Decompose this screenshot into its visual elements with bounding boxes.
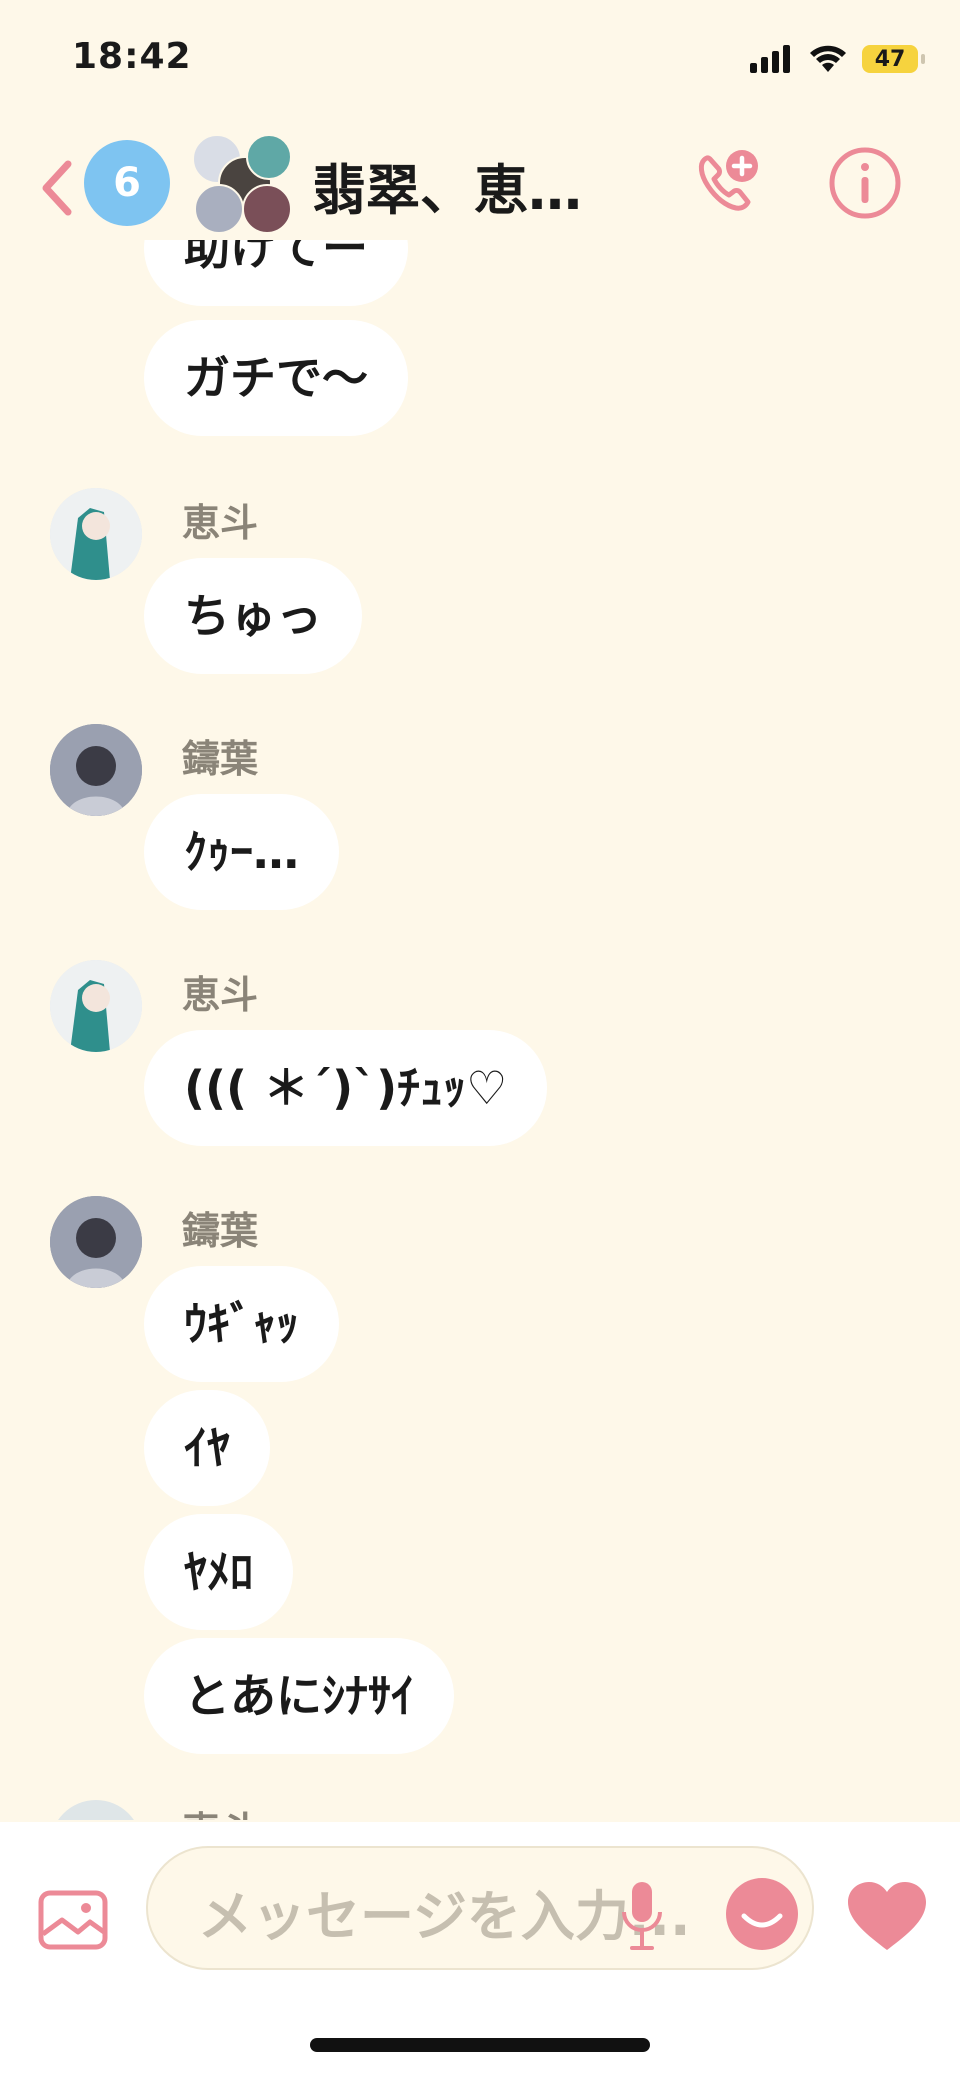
avatar[interactable] — [50, 1800, 142, 1820]
sender-name: 恵斗 — [182, 1800, 258, 1820]
group-avatar-member — [194, 184, 244, 234]
sender-name: 鑄葉 — [182, 1209, 259, 1253]
wifi-icon — [810, 45, 846, 72]
message-bubble[interactable]: ｳｷﾞｬｯ — [144, 1266, 339, 1382]
image-icon[interactable] — [38, 1890, 108, 1950]
battery-icon: 47 — [862, 45, 925, 73]
signal-icon — [750, 45, 790, 73]
avatar[interactable] — [50, 724, 142, 816]
emoji-icon[interactable] — [724, 1876, 800, 1952]
heart-icon[interactable] — [846, 1880, 928, 1952]
microphone-icon[interactable] — [620, 1880, 664, 1956]
status-icons: 47 — [750, 44, 925, 74]
message-bubble[interactable]: ((( ＊´)`)ﾁｭｯ♡ — [144, 1030, 548, 1146]
sender-name: 恵斗 — [182, 501, 259, 545]
info-icon[interactable] — [826, 144, 904, 222]
message-bubble[interactable]: ちゅっ — [144, 558, 362, 674]
message-bubble[interactable]: ｲﾔ — [144, 1390, 270, 1506]
group-avatar-member — [246, 134, 292, 180]
group-avatar-member — [242, 184, 292, 234]
sender-name: 恵斗 — [182, 973, 259, 1017]
add-call-icon[interactable] — [690, 146, 764, 220]
message-bubble[interactable]: ｸｩｰ… — [144, 794, 339, 910]
home-indicator — [310, 2038, 650, 2052]
message-bubble[interactable]: ﾔﾒﾛ — [144, 1514, 293, 1630]
avatar-image — [50, 960, 142, 1052]
message-bubble[interactable]: とあにｼﾅｻｲ — [144, 1638, 454, 1754]
message-bubble[interactable]: ガチで〜 — [144, 320, 408, 436]
avatar-image — [50, 488, 142, 580]
avatar-image — [50, 1196, 142, 1288]
avatar[interactable] — [50, 960, 142, 1052]
message-list[interactable]: 助けてー ガチで〜 恵斗 ちゅっ 鑄葉 ｸｩｰ… 恵斗 ((( ＊´)`)ﾁｭｯ… — [0, 240, 960, 1820]
back-chevron-icon[interactable] — [38, 158, 78, 218]
unread-badge[interactable]: 6 — [84, 140, 170, 226]
sender-name: 鑄葉 — [182, 737, 259, 781]
status-time: 18:42 — [72, 36, 192, 77]
avatar[interactable] — [50, 1196, 142, 1288]
message-bubble[interactable]: 助けてー — [144, 240, 408, 306]
chat-title[interactable]: 翡翠、恵… — [312, 146, 582, 225]
battery-level: 47 — [874, 46, 906, 72]
status-bar: 18:42 47 — [0, 0, 960, 120]
unread-count: 6 — [113, 160, 141, 206]
avatar[interactable] — [50, 488, 142, 580]
message-input-placeholder: メッセージを入力... — [198, 1885, 691, 1948]
group-avatar[interactable] — [192, 134, 292, 234]
avatar-image — [50, 724, 142, 816]
